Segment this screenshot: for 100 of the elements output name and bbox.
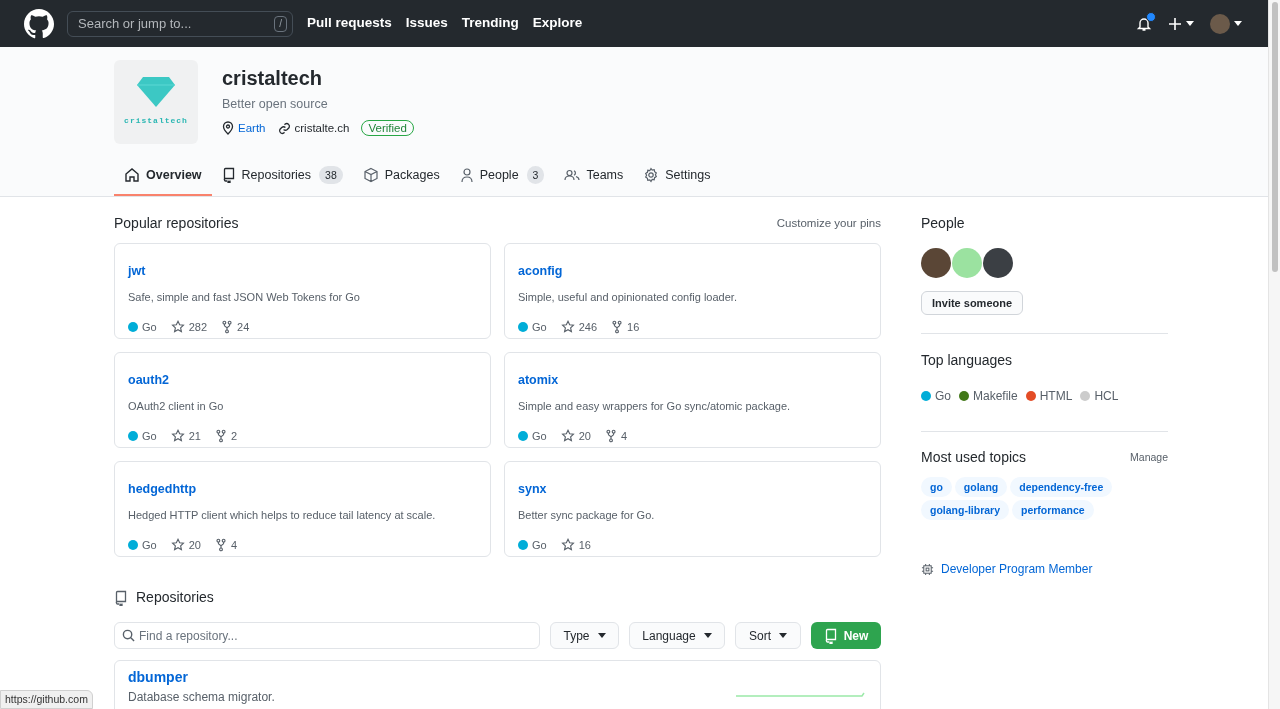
section-title: Most used topics [921, 448, 1027, 467]
tab[interactable]: Teams [554, 156, 634, 196]
filter-dropdown[interactable]: Type [550, 622, 619, 649]
language-label: Go [142, 537, 157, 553]
link-icon [277, 121, 291, 135]
star-icon [560, 537, 575, 552]
book-icon [221, 167, 236, 183]
fork-icon [611, 319, 624, 334]
tab[interactable]: Overview [114, 156, 212, 196]
scrollbar[interactable] [1268, 0, 1280, 709]
shortcut-key: / [274, 15, 287, 32]
repo-link[interactable]: jwt [128, 264, 146, 278]
org-logo: cristaltech [114, 60, 198, 144]
caret-icon [779, 633, 787, 638]
repo-link[interactable]: hedgedhttp [128, 482, 197, 496]
star-count[interactable]: 16 [578, 536, 591, 553]
star-icon [170, 537, 185, 552]
language-label: Go [142, 319, 157, 335]
fork-count[interactable]: 4 [620, 427, 628, 444]
language-label: HTML [1039, 388, 1073, 405]
repo-description: OAuth2 client in Go [128, 399, 225, 414]
repository-search-field[interactable]: Find a repository... [114, 622, 540, 649]
repo-link[interactable]: synx [518, 482, 547, 496]
star-count[interactable]: 282 [188, 318, 208, 335]
star-icon [560, 319, 575, 334]
language-label: Go [142, 428, 157, 444]
member-avatar[interactable] [983, 248, 1013, 278]
website-link[interactable]: cristalte.ch [294, 119, 350, 137]
repo-description: Better sync package for Go. [518, 508, 656, 523]
filter-dropdown[interactable]: Sort [735, 622, 801, 649]
star-icon [170, 319, 185, 334]
section-title: Top languages [921, 351, 1014, 370]
caret-icon [1186, 21, 1194, 26]
repo-link[interactable]: atomix [518, 373, 559, 387]
language-label: Go [532, 428, 547, 444]
tab[interactable]: Packages [352, 156, 450, 196]
home-icon [124, 167, 140, 183]
topic-tag[interactable]: dependency-free [1010, 477, 1113, 497]
caret-icon [1234, 21, 1242, 26]
org-name: cristaltech [222, 67, 324, 89]
people-icon [564, 167, 581, 183]
nav-link[interactable]: Pull requests [307, 13, 392, 34]
fork-icon [214, 537, 227, 552]
book-icon [114, 589, 128, 606]
tab[interactable]: Repositories 38 [211, 156, 353, 196]
star-count[interactable]: 246 [578, 318, 598, 335]
location-link[interactable]: Earth [238, 119, 266, 137]
section-title: Repositories [136, 588, 214, 607]
star-icon [170, 428, 185, 443]
fork-count[interactable]: 16 [627, 318, 640, 335]
fork-count[interactable]: 4 [230, 536, 238, 553]
book-icon [823, 627, 838, 644]
fork-count[interactable]: 24 [237, 318, 250, 335]
star-count[interactable]: 20 [188, 536, 201, 553]
repo-description: Simple and easy wrappers for Go sync/atomic package. [518, 399, 792, 414]
section-title: People [921, 214, 966, 233]
octocat-logo[interactable] [24, 8, 54, 39]
topic-tag[interactable]: golang [954, 477, 1008, 497]
star-icon [560, 428, 575, 443]
manage-topics-link[interactable]: Manage [1130, 449, 1168, 466]
count-badge: 3 [526, 166, 545, 184]
language-label: Go [935, 388, 951, 405]
repo-link[interactable]: aconfig [518, 264, 563, 278]
repo-description: Hedged HTTP client which helps to reduce tail latency at scale. [128, 508, 437, 523]
settings-icon [643, 167, 660, 183]
tab[interactable]: Settings [633, 156, 721, 196]
avatar-menu-button[interactable] [1210, 13, 1242, 34]
invite-button[interactable]: Invite someone [921, 291, 1024, 315]
create-menu-button[interactable] [1168, 16, 1194, 31]
section-title: Popular repositories [114, 214, 239, 233]
language-label: Go [532, 319, 547, 335]
language-label: HCL [1094, 388, 1119, 405]
star-count[interactable]: 21 [188, 427, 201, 444]
star-count[interactable]: 20 [578, 427, 591, 444]
nav-link[interactable]: Issues [405, 13, 448, 34]
caret-icon [597, 633, 606, 638]
developer-program-link[interactable]: Developer Program Member [941, 560, 1093, 578]
nav-link[interactable]: Trending [461, 13, 519, 34]
fork-icon [604, 428, 617, 443]
status-url-tooltip: https://github.com [0, 690, 93, 709]
tab[interactable]: People 3 [449, 156, 555, 196]
fork-count[interactable]: 2 [230, 427, 238, 444]
topic-tag[interactable]: performance [1012, 500, 1094, 520]
nav-link[interactable]: Explore [532, 13, 583, 34]
topic-tag[interactable]: golang-library [921, 500, 1009, 520]
chip-icon [921, 562, 934, 576]
person-icon [459, 167, 474, 183]
repo-link[interactable]: dbumper [128, 669, 275, 686]
customize-pins-link[interactable]: Customize your pins [776, 214, 881, 233]
language-label: Makefile [973, 388, 1018, 405]
caret-icon [703, 633, 712, 638]
fork-icon [221, 319, 234, 334]
repo-link[interactable]: oauth2 [128, 373, 169, 387]
filter-dropdown[interactable]: Language [629, 622, 725, 649]
location-icon [222, 121, 234, 136]
member-avatar[interactable] [921, 248, 951, 278]
repo-description: Safe, simple and fast JSON Web Tokens for Go [128, 290, 361, 305]
count-badge: 38 [319, 166, 343, 184]
search-icon [122, 629, 135, 642]
topic-tag[interactable]: go [921, 477, 952, 497]
